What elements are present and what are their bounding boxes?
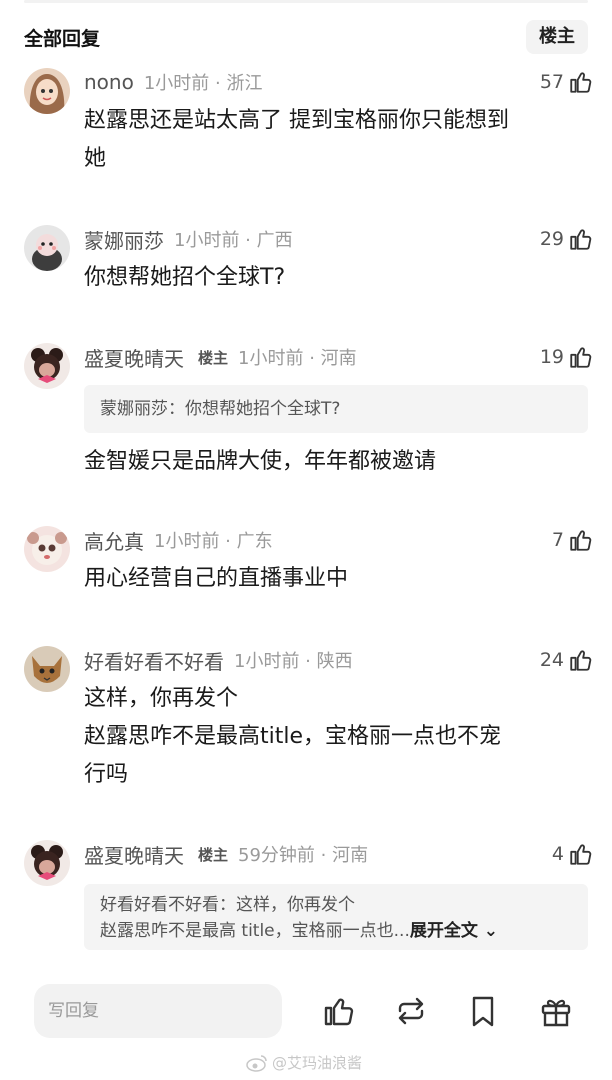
thumbs-up-icon[interactable] <box>568 527 594 553</box>
comment-line: 金智媛只是品牌大使，年年都被邀请 <box>84 449 437 474</box>
quote-line: 赵露思咋不是最高 title，宝格丽一点也...展开全文 ⌄ <box>100 918 576 944</box>
timestamp-location: 59分钟前 · 河南 <box>238 845 369 866</box>
avatar[interactable] <box>24 526 70 572</box>
comment-item: nono 1小时前 · 浙江 57 赵露思还是站太高了 提到宝格丽你只能想到 她 <box>24 68 594 178</box>
comment-line: 赵露思还是站太高了 提到宝格丽你只能想到 <box>84 108 509 133</box>
comment-line: 用心经营自己的直播事业中 <box>84 566 349 591</box>
quote-line: 蒙娜丽莎：你想帮她招个全球T? <box>100 399 341 419</box>
avatar[interactable] <box>24 225 70 271</box>
comment-item: 盛夏晚晴天 楼主 59分钟前 · 河南 4 好看好看不好看：这样，你再发个 赵露… <box>24 840 594 960</box>
expand-label: 展开全文 <box>409 921 478 941</box>
gift-icon[interactable] <box>537 992 575 1030</box>
username[interactable]: 高允真 <box>84 526 144 555</box>
comment-meta: 蒙娜丽莎 1小时前 · 广西 <box>84 225 293 253</box>
timestamp-location: 1小时前 · 广西 <box>174 230 293 251</box>
like-count: 7 <box>551 529 564 551</box>
op-badge: 楼主 <box>198 845 229 864</box>
comment-text: 用心经营自己的直播事业中 <box>84 560 594 598</box>
comment-text: 赵露思还是站太高了 提到宝格丽你只能想到 她 <box>84 102 594 178</box>
comment-line: 赵露思咋不是最高title，宝格丽一点也不宠 <box>84 724 502 749</box>
avatar[interactable] <box>24 646 70 692</box>
watermark-text: @艾玛油浪酱 <box>272 1054 363 1072</box>
like-button[interactable]: 24 <box>540 646 594 674</box>
quoted-reply[interactable]: 好看好看不好看：这样，你再发个 赵露思咋不是最高 title，宝格丽一点也...… <box>84 884 588 950</box>
username[interactable]: 蒙娜丽莎 <box>84 225 164 254</box>
like-icon[interactable] <box>320 992 358 1030</box>
like-count: 29 <box>539 228 564 250</box>
comment-text: 金智媛只是品牌大使，年年都被邀请 <box>84 443 594 481</box>
comment-meta: 好看好看不好看 1小时前 · 陕西 <box>84 646 353 674</box>
quote-line: 好看好看不好看：这样，你再发个 <box>100 895 355 915</box>
like-button[interactable]: 29 <box>540 225 594 253</box>
comment-meta: nono 1小时前 · 浙江 <box>84 68 262 96</box>
like-button[interactable]: 7 <box>552 526 594 554</box>
comment-line: 你想帮她招个全球T? <box>84 265 286 290</box>
comment-line: 行吗 <box>84 762 129 787</box>
quote-line-text: 赵露思咋不是最高 title，宝格丽一点也... <box>100 921 410 941</box>
comment-text: 这样，你再发个 赵露思咋不是最高title，宝格丽一点也不宠 行吗 <box>84 680 594 794</box>
username[interactable]: 好看好看不好看 <box>84 646 224 675</box>
like-button[interactable]: 4 <box>552 840 594 868</box>
comment-meta: 盛夏晚晴天 楼主 1小时前 · 河南 <box>84 343 357 371</box>
comment-item: 高允真 1小时前 · 广东 7 用心经营自己的直播事业中 <box>24 526 594 601</box>
weibo-logo-icon <box>246 1054 267 1072</box>
expand-full-text-button[interactable]: 展开全文 ⌄ <box>410 921 498 941</box>
like-count: 24 <box>539 649 564 671</box>
like-count: 19 <box>539 346 564 368</box>
bottom-action-bar: @艾玛油浪酱 <box>0 972 612 1080</box>
all-replies-title: 全部回复 <box>24 28 101 50</box>
comment-line: 这样，你再发个 <box>84 686 239 711</box>
comment-meta: 盛夏晚晴天 楼主 59分钟前 · 河南 <box>84 840 368 868</box>
thumbs-up-icon[interactable] <box>568 226 594 252</box>
thumbs-up-icon[interactable] <box>568 841 594 867</box>
comment-text: 你想帮她招个全球T? <box>84 259 594 297</box>
op-filter-button[interactable]: 楼主 <box>526 20 588 54</box>
like-button[interactable]: 19 <box>540 343 594 371</box>
thumbs-up-icon[interactable] <box>568 647 594 673</box>
like-button[interactable]: 57 <box>540 68 594 96</box>
reply-input[interactable] <box>34 984 282 1038</box>
comment-item: 盛夏晚晴天 楼主 1小时前 · 河南 19 蒙娜丽莎：你想帮她招个全球T? 金智… <box>24 343 594 483</box>
comment-meta: 高允真 1小时前 · 广东 <box>84 526 273 554</box>
like-count: 4 <box>551 843 564 865</box>
timestamp-location: 1小时前 · 浙江 <box>143 73 263 94</box>
timestamp-location: 1小时前 · 广东 <box>154 531 273 552</box>
avatar[interactable] <box>24 840 70 886</box>
avatar[interactable] <box>24 343 70 389</box>
bookmark-icon[interactable] <box>464 992 502 1030</box>
replies-header: 全部回复 楼主 <box>0 0 612 70</box>
avatar[interactable] <box>24 68 70 114</box>
like-count: 57 <box>539 71 564 93</box>
username[interactable]: nono <box>84 70 134 94</box>
chevron-down-icon: ⌄ <box>477 921 499 941</box>
quoted-reply[interactable]: 蒙娜丽莎：你想帮她招个全球T? <box>84 385 588 433</box>
username[interactable]: 盛夏晚晴天 <box>84 840 184 869</box>
comment-item: 蒙娜丽莎 1小时前 · 广西 29 你想帮她招个全球T? <box>24 225 594 300</box>
timestamp-location: 1小时前 · 陕西 <box>234 651 353 672</box>
timestamp-location: 1小时前 · 河南 <box>238 348 357 369</box>
comment-item: 好看好看不好看 1小时前 · 陕西 24 这样，你再发个 赵露思咋不是最高tit… <box>24 646 594 796</box>
weibo-watermark: @艾玛油浪酱 <box>246 1052 362 1073</box>
repost-icon[interactable] <box>392 992 430 1030</box>
comment-line: 她 <box>84 146 107 171</box>
username[interactable]: 盛夏晚晴天 <box>84 343 184 372</box>
op-badge: 楼主 <box>198 348 229 367</box>
thumbs-up-icon[interactable] <box>568 344 594 370</box>
thumbs-up-icon[interactable] <box>568 69 594 95</box>
top-divider <box>24 0 588 3</box>
